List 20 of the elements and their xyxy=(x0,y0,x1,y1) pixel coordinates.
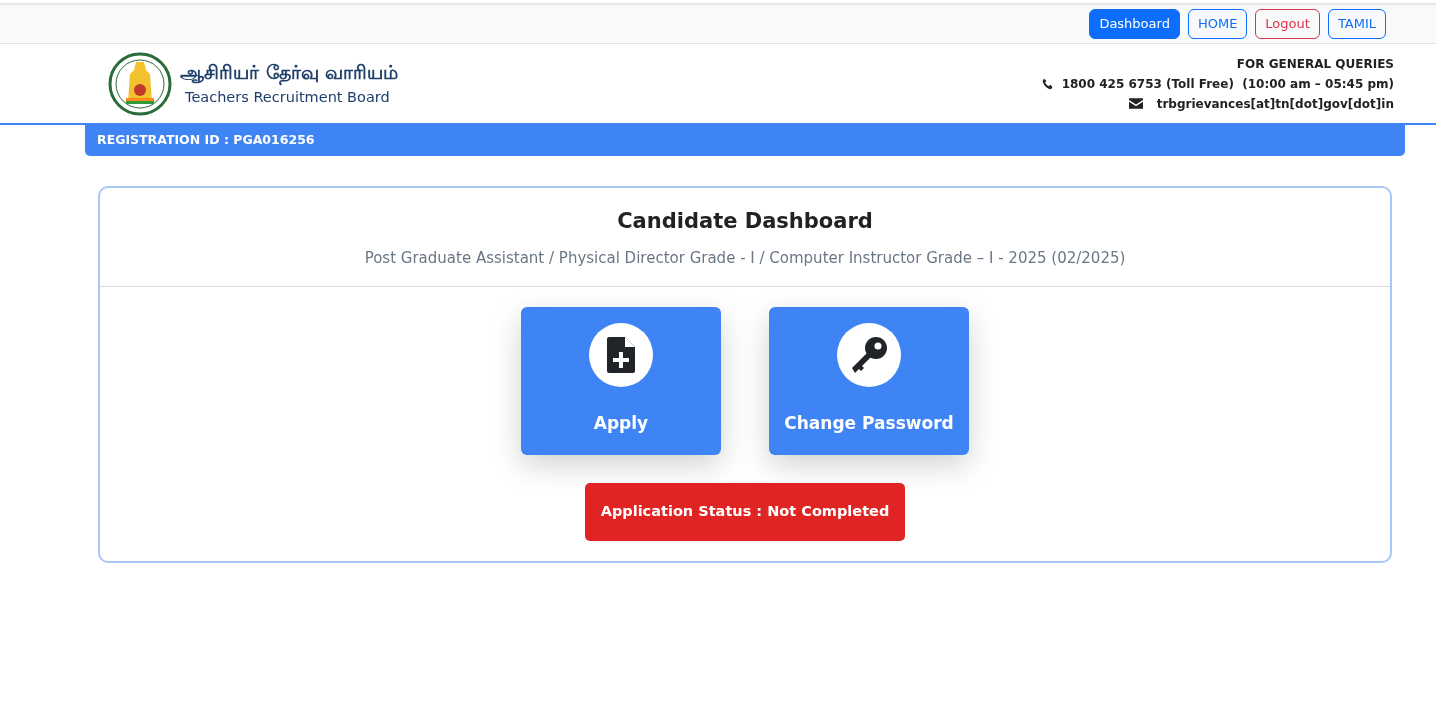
email-address: trbgrievances[at]tn[dot]gov[dot]in xyxy=(1156,95,1394,113)
envelope-icon xyxy=(1128,98,1143,109)
nav-button[interactable]: TAMIL xyxy=(1327,9,1386,39)
board-title-english: Teachers Recruitment Board xyxy=(184,87,391,107)
phone-icon xyxy=(1041,77,1054,90)
dashboard-title: Candidate Dashboard xyxy=(616,207,874,235)
dashboard-tile-button[interactable]: Apply xyxy=(521,306,721,455)
nav-button[interactable]: Dashboard xyxy=(1089,9,1180,39)
registration-id-bar: REGISTRATION ID : PGA016256 xyxy=(85,125,1405,156)
board-title-tamil: ஆசிரியர் தேர்வு வாரியம் xyxy=(180,60,399,87)
contact-heading: FOR GENERAL QUERIES xyxy=(1235,55,1394,73)
phone-number: 1800 425 6753 (Toll Free) (10:00 am – 05:45 pm) xyxy=(1061,75,1394,93)
document-plus-icon xyxy=(607,336,635,373)
dashboard-subtitle: Post Graduate Assistant / Physical Director Grade - I / Computer Instructor Grade – I - 2025 (02/2025) xyxy=(363,248,1127,270)
key-icon xyxy=(850,335,888,374)
nav-button[interactable]: Logout xyxy=(1255,9,1320,39)
dashboard-tile-button[interactable]: Change Password xyxy=(769,306,969,455)
emblem-logo xyxy=(108,51,172,116)
application-status-button[interactable]: Application Status : Not Completed xyxy=(584,482,906,541)
nav-button[interactable]: HOME xyxy=(1187,9,1248,39)
